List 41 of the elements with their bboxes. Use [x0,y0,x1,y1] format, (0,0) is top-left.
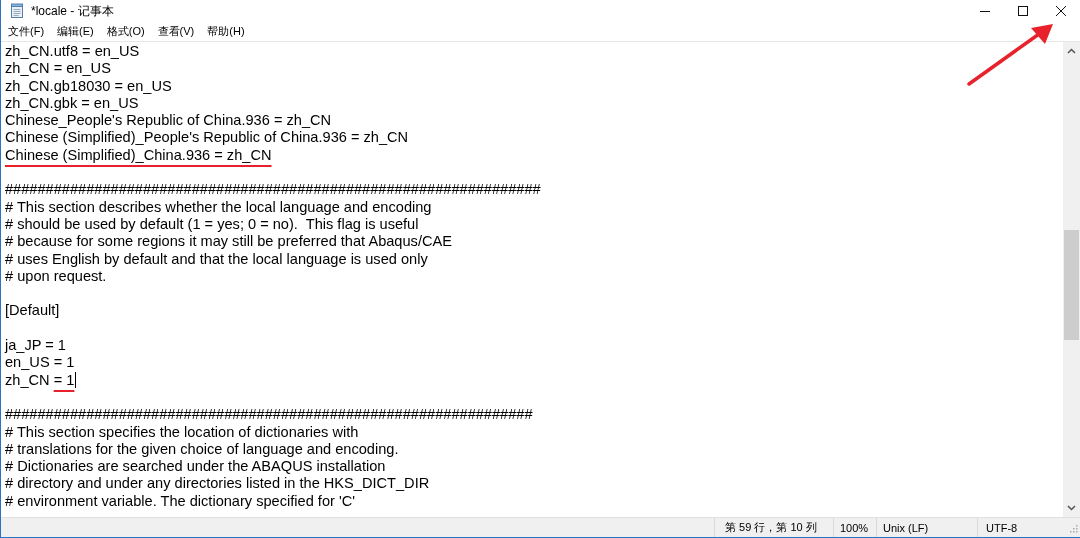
line-ending: Unix (LF) [876,518,977,537]
menu-item[interactable]: 查看(V) [157,24,195,39]
window-title: *locale - 记事本 [31,2,114,20]
text-line: ################################################################## [5,181,541,198]
encoding: UTF-8 [977,518,1068,537]
text-line: # uses English by default and that the local language is used only [5,250,428,267]
text-line: # translations for the given choice of language and encoding. [5,440,399,457]
text-line: [Default] [5,302,60,319]
scroll-up-icon[interactable] [1067,48,1076,54]
text-line: # This section specifies the location of dictionaries with [5,423,359,440]
text-line: # This section describes whether the local language and encoding [5,198,432,215]
text-line: Chinese (Simplified)_People's Republic of China.936 = zh_CN [5,129,409,146]
text-line: zh_CN.utf8 = en_US [5,43,140,59]
zoom-level: 100% [833,518,876,537]
menu-item[interactable]: 文件(F) [8,24,45,39]
scroll-down-icon[interactable] [1067,505,1076,511]
close-icon [1056,6,1066,16]
text-line: zh_CN.gbk = en_US [5,94,139,111]
text-line: # Dictionaries are searched under the ABAQUS installation [5,458,386,475]
text-line: # because for some regions it may still be preferred that Abaqus/CAE [5,233,452,250]
menu-item[interactable]: 编辑(E) [57,24,94,39]
text-line: ################################################################# [5,406,533,423]
text-line: # environment variable. The dictionary specified for 'C' [5,492,356,509]
text-line: # directory and under any directories listed in the HKS_DICT_DIR [5,475,430,492]
menu-item[interactable]: 帮助(H) [207,24,245,39]
maximize-icon [1018,6,1028,16]
text-line: # should be used by default (1 = yes; 0 = no). This flag is useful [5,215,419,232]
text-line: en_US = 1 [5,354,75,371]
text-line: ja_JP = 1 [5,337,66,354]
text-line: Chinese (Simplified)_China.936 = zh_CN [5,146,272,163]
resize-grip-icon[interactable] [1068,522,1078,533]
scroll-thumb[interactable] [1064,230,1079,340]
text-line: Chinese_People's Republic of China.936 = zh_CN [5,112,332,129]
text-line: zh_CN.gb18030 = en_US [5,77,172,94]
cursor-position: 第 59 行，第 10 列 [714,518,833,537]
notepad-icon [9,3,25,19]
text-line: zh_CN = en_US [5,60,111,77]
text-line: zh_CN = 1 [5,371,77,388]
vertical-scrollbar[interactable] [1063,42,1080,517]
menu-item[interactable]: 格式(O) [106,24,145,39]
text-line: # upon request. [5,267,107,284]
